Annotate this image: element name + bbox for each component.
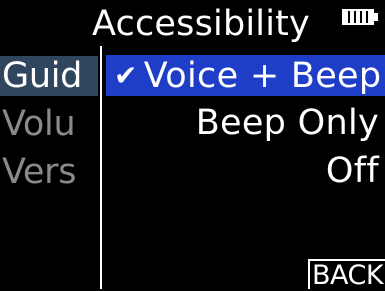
sidebar-item-version[interactable]: Vers xyxy=(0,152,98,192)
option-label: Voice + Beep xyxy=(143,56,382,96)
sidebar-item-label: Guid xyxy=(2,56,83,96)
battery-icon xyxy=(342,9,378,25)
panel-divider xyxy=(100,46,102,289)
option-label: Off xyxy=(325,151,379,191)
device-screen: Accessibility Guid Volu Vers ✔ Voice + Be… xyxy=(0,0,385,290)
sidebar-item-label: Vers xyxy=(2,152,77,192)
sidebar-item-label: Volu xyxy=(2,104,76,144)
back-button[interactable]: BACK xyxy=(308,259,385,290)
sidebar-item-volume[interactable]: Volu xyxy=(0,104,98,144)
option-label: Beep Only xyxy=(195,103,379,143)
option-off[interactable]: Off xyxy=(106,151,385,192)
option-beep-only[interactable]: Beep Only xyxy=(106,103,385,144)
sidebar-item-guidance[interactable]: Guid xyxy=(0,56,98,96)
check-icon: ✔ xyxy=(114,59,138,92)
option-voice-beep[interactable]: ✔ Voice + Beep xyxy=(106,55,385,96)
page-title: Accessibility xyxy=(92,4,310,44)
